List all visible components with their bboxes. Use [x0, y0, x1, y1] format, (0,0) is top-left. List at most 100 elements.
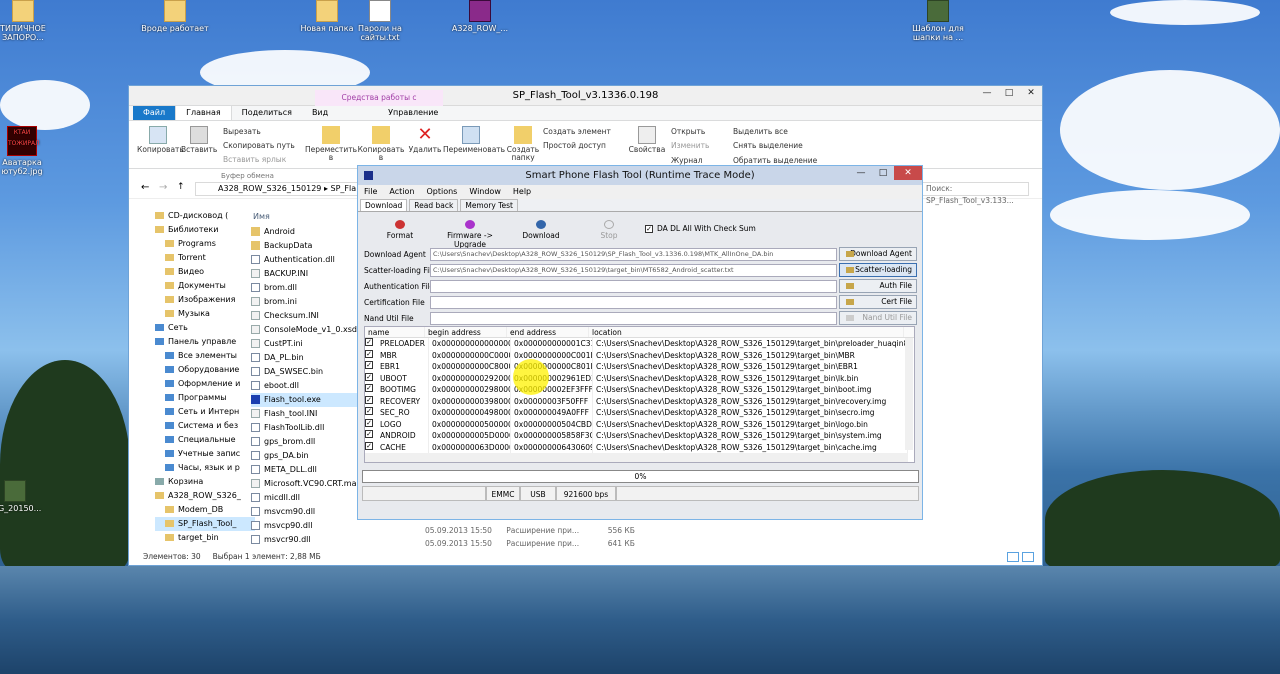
invert-selection-button[interactable]: Обратить выделение — [733, 156, 817, 165]
checkbox-checked-icon[interactable]: ✓ — [365, 349, 373, 358]
details-view-icon[interactable] — [1007, 552, 1019, 562]
edit-button[interactable]: Изменить — [671, 141, 709, 150]
download-agent-field[interactable]: C:\Users\Snachev\Desktop\A328_ROW_S326_1… — [430, 248, 837, 261]
table-row[interactable]: ✓ CACHE 0x0000000063D00000 0x00000000643060… — [365, 441, 914, 453]
cert-file-button[interactable]: Cert File — [839, 295, 917, 309]
checkbox-checked-icon[interactable]: ✓ — [365, 338, 373, 346]
flash-titlebar[interactable]: Smart Phone Flash Tool (Runtime Trace Mo… — [358, 166, 922, 185]
desktop-icon[interactable]: A328_ROW_... — [445, 0, 515, 33]
menu-file[interactable]: File — [358, 185, 383, 199]
auth-file-field[interactable] — [430, 280, 837, 293]
vertical-scrollbar[interactable] — [905, 338, 913, 450]
file-item[interactable]: Flash_tool.INI — [251, 407, 363, 421]
forward-icon[interactable]: → — [159, 182, 167, 193]
maximize-button[interactable]: □ — [872, 166, 894, 180]
checkbox-checked-icon[interactable]: ✓ — [365, 441, 373, 450]
close-button[interactable]: ✕ — [894, 166, 922, 180]
detail-row[interactable]: 05.09.2013 15:50 Расширение при... 556 К… — [425, 526, 635, 539]
menu-window[interactable]: Window — [463, 185, 507, 199]
move-to-button[interactable]: Переместить в — [305, 126, 357, 162]
checksum-checkbox[interactable]: ✓ DA DL All With Check Sum — [645, 224, 756, 233]
context-tab-label[interactable]: Средства работы с приложениями — [315, 90, 443, 118]
file-item[interactable]: CustPT.ini — [251, 337, 363, 351]
rename-button[interactable]: Переименовать — [443, 126, 505, 154]
table-row[interactable]: ✓ ANDROID 0x0000000005D00000 0x000000005858… — [365, 430, 914, 442]
file-item[interactable]: FlashToolLib.dll — [251, 421, 363, 435]
table-row[interactable]: ✓ MBR 0x0000000000C00000 0x0000000000C001FF… — [365, 349, 914, 361]
checkbox-checked-icon[interactable]: ✓ — [365, 361, 373, 369]
explorer-titlebar[interactable]: SP_Flash_Tool_v3.1336.0.198 Средства раб… — [129, 86, 1042, 118]
nav-item[interactable]: Оформление и — [155, 377, 255, 391]
tab-read-back[interactable]: Read back — [409, 199, 459, 211]
nav-item[interactable]: Корзина — [155, 475, 255, 489]
tab-home[interactable]: Главная — [175, 105, 232, 120]
table-row[interactable]: ✓ BOOTIMG 0x0000000002980000 0x000000002EF3… — [365, 384, 914, 396]
stop-button[interactable]: Stop — [594, 220, 624, 240]
nav-item[interactable]: Оборудование — [155, 363, 255, 377]
file-item[interactable]: BackupData — [251, 239, 363, 253]
scatter-loading-button[interactable]: Scatter-loading — [839, 263, 917, 277]
table-row[interactable]: ✓ SEC_RO 0x0000000004980000 0x000000049A0FF… — [365, 407, 914, 419]
cut-button[interactable]: Вырезать — [223, 127, 261, 136]
file-item[interactable]: msvcm90.dll — [251, 505, 363, 519]
file-item[interactable]: gps_brom.dll — [251, 435, 363, 449]
nav-item[interactable]: Modem_DB — [155, 503, 255, 517]
checkbox-checked-icon[interactable]: ✓ — [365, 372, 373, 381]
table-row[interactable]: ✓ RECOVERY 0x0000000003980000 0x00000003F50… — [365, 395, 914, 407]
copy-button[interactable]: Копировать — [137, 126, 184, 154]
column-name[interactable]: name — [365, 327, 425, 337]
properties-button[interactable]: Свойства — [627, 126, 667, 154]
cert-file-field[interactable] — [430, 296, 837, 309]
back-icon[interactable]: ← — [141, 182, 149, 193]
tab-share[interactable]: Поделиться — [232, 106, 302, 120]
file-item[interactable]: msvcp90.dll — [251, 519, 363, 533]
checkbox-checked-icon[interactable]: ✓ — [365, 407, 373, 415]
file-item[interactable]: ConsoleMode_v1_0.xsd — [251, 323, 363, 337]
checkbox-checked-icon[interactable]: ✓ — [365, 418, 373, 427]
menu-options[interactable]: Options — [420, 185, 463, 199]
nav-item[interactable]: Программы — [155, 391, 255, 405]
easy-access-button[interactable]: Простой доступ — [543, 141, 606, 150]
file-item[interactable]: DA_SWSEC.bin — [251, 365, 363, 379]
file-item[interactable]: brom.ini — [251, 295, 363, 309]
nav-item[interactable]: Изображения — [155, 293, 255, 307]
nav-item[interactable]: Все элементы — [155, 349, 255, 363]
up-icon[interactable]: ↑ — [177, 182, 185, 192]
nav-item[interactable]: Видео — [155, 265, 255, 279]
nav-item[interactable]: Музыка — [155, 307, 255, 321]
file-item[interactable]: msvcr90.dll — [251, 533, 363, 547]
minimize-button[interactable]: — — [850, 166, 872, 180]
tab-file[interactable]: Файл — [133, 106, 176, 120]
nav-item[interactable]: SP_Flash_Tool_ — [155, 517, 255, 531]
nav-item[interactable]: Programs — [155, 237, 255, 251]
minimize-button[interactable]: — — [976, 86, 998, 100]
desktop-icon[interactable]: Вроде работает — [140, 0, 210, 33]
table-row[interactable]: ✓ EBR1 0x0000000000C80000 0x0000000000C801F… — [365, 361, 914, 373]
nav-item[interactable]: Сеть — [155, 321, 255, 335]
paste-button[interactable]: Вставить — [181, 126, 217, 154]
nav-item[interactable]: target_bin — [155, 531, 255, 545]
nav-item[interactable]: CD-дисковод ( — [155, 209, 255, 223]
nav-item[interactable]: Часы, язык и р — [155, 461, 255, 475]
file-item[interactable]: Authentication.dll — [251, 253, 363, 267]
table-row[interactable]: ✓ PRELOADER 0x0000000000000000 0x0000000000… — [365, 338, 914, 350]
paste-shortcut-button[interactable]: Вставить ярлык — [223, 155, 286, 164]
desktop-icon[interactable]: ТИПИЧНОЕ ЗАПОРО... — [0, 0, 58, 42]
column-end-address[interactable]: end address — [507, 327, 589, 337]
nav-item[interactable]: Сеть и Интерн — [155, 405, 255, 419]
delete-button[interactable]: ✕ Удалить — [407, 126, 443, 154]
desktop-icon[interactable]: КТАИ ТОЖИРАЛ Аватарка ютуб2.jpg — [0, 126, 57, 176]
tab-manage[interactable]: Управление — [378, 106, 448, 120]
select-none-button[interactable]: Снять выделение — [733, 141, 803, 150]
tab-view[interactable]: Вид — [302, 106, 338, 120]
file-item[interactable]: DA_PL.bin — [251, 351, 363, 365]
column-header-name[interactable]: Имя — [251, 209, 363, 225]
file-item[interactable]: META_DLL.dll — [251, 463, 363, 477]
close-button[interactable]: ✕ — [1020, 86, 1042, 100]
desktop-icon[interactable]: Шаблон для шапки на ... — [903, 0, 973, 42]
file-item[interactable]: micdll.dll — [251, 491, 363, 505]
file-item[interactable]: brom.dll — [251, 281, 363, 295]
tab-download[interactable]: Download — [360, 199, 408, 211]
checkbox-checked-icon[interactable]: ✓ — [365, 384, 373, 392]
history-button[interactable]: Журнал — [671, 156, 703, 165]
